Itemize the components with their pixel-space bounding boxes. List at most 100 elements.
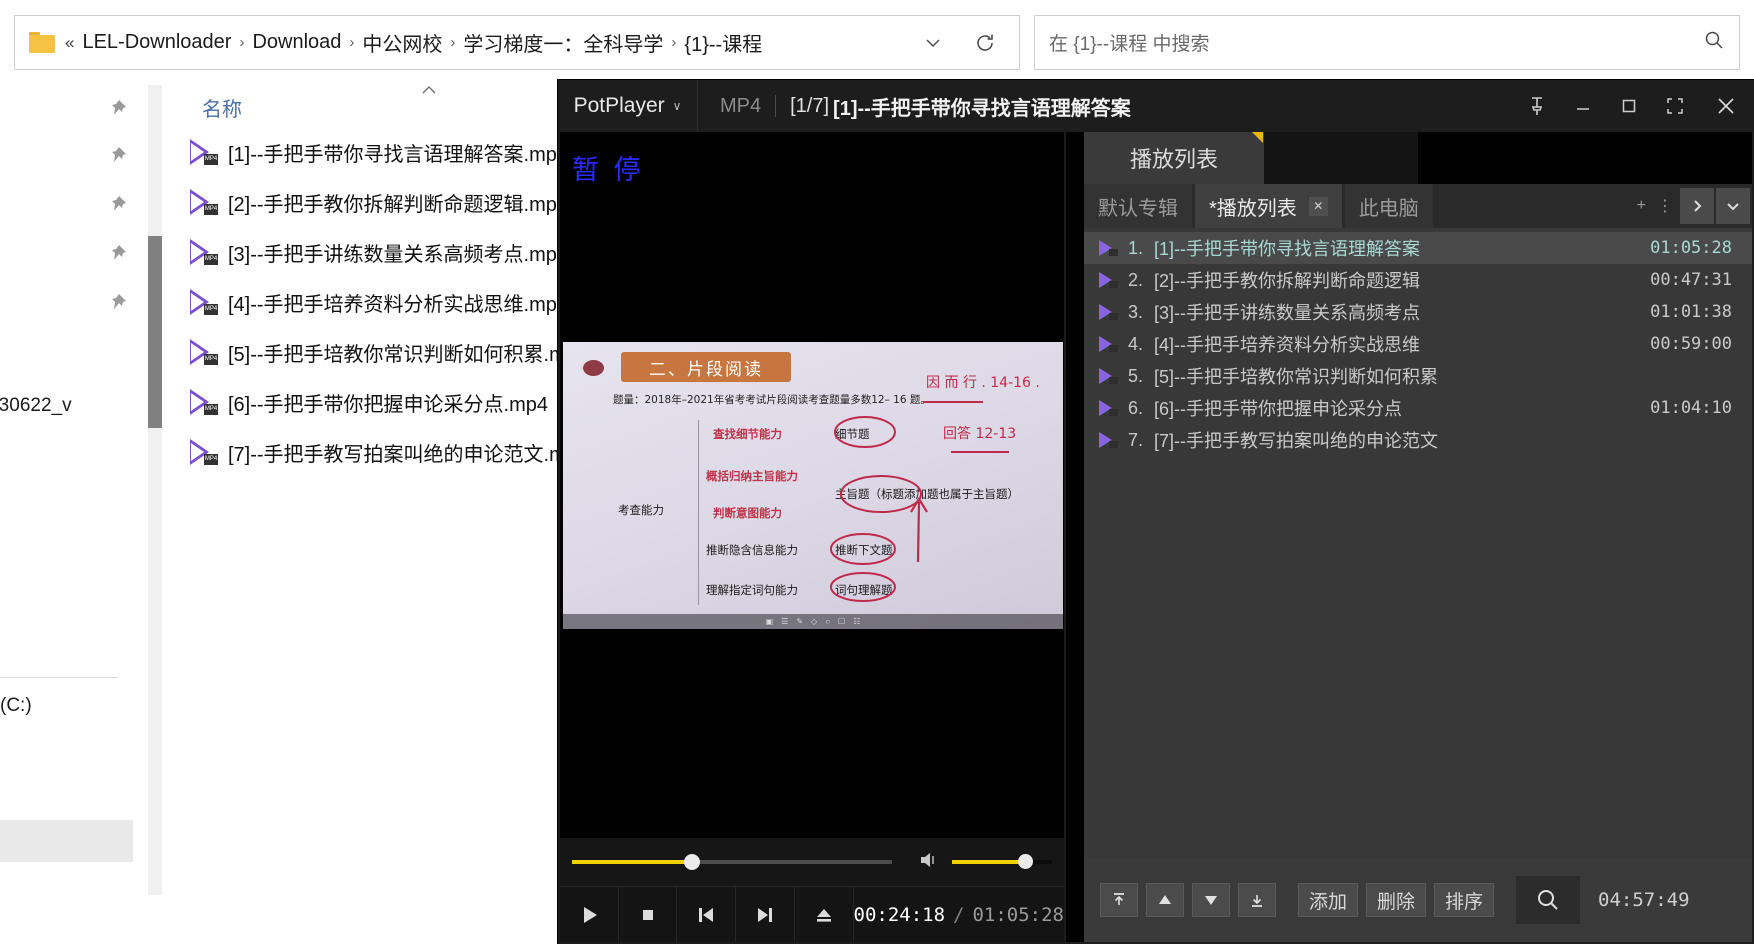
chevron-down-icon[interactable]	[907, 16, 959, 69]
address-bar[interactable]: « LEL-Downloader › Download › 中公网校 › 学习梯…	[14, 15, 1020, 70]
playlist-total-duration: 04:57:49	[1598, 889, 1690, 911]
close-icon[interactable]: ✕	[1308, 196, 1328, 216]
playlist-item[interactable]: 7. [7]--手把手教写拍案叫绝的申论范文	[1084, 424, 1752, 456]
playlist-panel: 播放列表 默认专辑 *播放列表 ✕ 此电脑 + ⋮ 1. [1]--手把手带你寻…	[1066, 132, 1752, 942]
eject-button[interactable]	[795, 887, 854, 942]
seek-slider[interactable]	[572, 854, 892, 870]
pin-icon[interactable]	[106, 145, 128, 167]
move-to-bottom-button[interactable]	[1238, 883, 1276, 917]
breadcrumb-item-4[interactable]: {1}--课程	[684, 28, 762, 57]
maximize-icon[interactable]	[1606, 80, 1652, 132]
minimize-icon[interactable]	[1560, 80, 1606, 132]
volume-handle[interactable]	[1018, 854, 1033, 869]
potplayer-brand-menu[interactable]: PotPlayer ∨	[558, 80, 698, 132]
play-button[interactable]	[560, 887, 619, 942]
nav-item-partial-drive[interactable]: 5.9_20230622_v	[0, 395, 72, 417]
file-row[interactable]: MP4 [4]--手把手培养资料分析实战思维.mp4	[190, 279, 568, 325]
playlist-tab-current[interactable]: *播放列表 ✕	[1195, 184, 1342, 228]
breadcrumb-item-1[interactable]: Download	[252, 31, 341, 54]
navigation-scrollbar[interactable]	[148, 85, 162, 895]
tab-menu-button[interactable]: ⋮	[1653, 196, 1678, 216]
playlist-item[interactable]: 2. [2]--手把手教你拆解判断命题逻辑 00:47:31	[1084, 264, 1752, 296]
player-slider-bar	[560, 838, 1064, 886]
mp4-video-file-icon: MP4	[190, 389, 218, 415]
tab-label: *播放列表	[1209, 197, 1297, 220]
file-name: [7]--手把手教写拍案叫绝的申论范文.mp4	[228, 443, 589, 466]
pin-icon[interactable]	[1514, 80, 1560, 132]
pin-icon[interactable]	[106, 194, 128, 216]
search-input[interactable]: 在 {1}--课程 中搜索	[1034, 15, 1740, 70]
nav-item-selected[interactable]	[0, 820, 133, 862]
folder-icon	[29, 32, 55, 53]
item-index: 2.	[1128, 269, 1144, 290]
chevron-down-icon[interactable]: ∨	[673, 99, 682, 113]
breadcrumb-item-3[interactable]: 学习梯度一：全科导学	[463, 28, 663, 57]
search-icon[interactable]	[1703, 29, 1725, 56]
sort-button[interactable]: 排序	[1434, 883, 1495, 917]
add-tab-button[interactable]: +	[1633, 197, 1651, 215]
add-button[interactable]: 添加	[1298, 883, 1359, 917]
slide-embedded-toolbar: ▣ ☰ ✎ ◇ ○ ☐ ☷	[563, 614, 1063, 629]
title-divider	[775, 95, 777, 117]
volume-slider[interactable]	[952, 854, 1052, 869]
potplayer-title-bar[interactable]: PotPlayer ∨ MP4 [1/7] [1]--手把手带你寻找言语理解答案	[558, 80, 1754, 132]
breadcrumb-item-0[interactable]: LEL-Downloader	[82, 31, 231, 54]
playlist-item[interactable]: 3. [3]--手把手讲练数量关系高频考点 01:01:38	[1084, 296, 1752, 328]
stop-button[interactable]	[619, 887, 678, 942]
chevron-up-icon	[420, 83, 438, 101]
speaker-icon[interactable]	[918, 850, 942, 875]
mp4-video-file-icon	[1098, 336, 1118, 352]
move-up-button[interactable]	[1146, 883, 1184, 917]
file-row[interactable]: MP4 [7]--手把手教写拍案叫绝的申论范文.mp4	[190, 429, 588, 475]
breadcrumb-overflow[interactable]: «	[65, 33, 74, 53]
file-row[interactable]: MP4 [6]--手把手带你把握申论采分点.mp4	[190, 379, 548, 425]
playlist-item[interactable]: 6. [6]--手把手带你把握申论采分点 01:04:10	[1084, 392, 1752, 424]
mp4-video-file-icon	[1098, 272, 1118, 288]
nav-item-partial-c-drive[interactable]: (C:)	[0, 695, 32, 717]
playlist-panel-tab[interactable]: 播放列表	[1084, 132, 1264, 184]
item-duration: 01:05:28	[1650, 238, 1732, 258]
pin-icon[interactable]	[106, 292, 128, 314]
file-name: [2]--手把手教你拆解判断命题逻辑.mp4	[228, 193, 569, 216]
chevron-down-icon[interactable]	[1716, 188, 1750, 224]
move-to-top-button[interactable]	[1100, 883, 1138, 917]
svg-text:因 而 行 . 14-16 .: 因 而 行 . 14-16 .	[926, 375, 1040, 391]
file-name: [1]--手把手带你寻找言语理解答案.mp4	[228, 143, 569, 166]
navigation-pane[interactable]: 5.9_20230622_v (C:)	[0, 85, 133, 895]
scrollbar-thumb[interactable]	[148, 236, 162, 428]
playlist-tab-this-pc[interactable]: 此电脑	[1344, 184, 1433, 228]
playlist-item[interactable]: 4. [4]--手把手培养资料分析实战思维 00:59:00	[1084, 328, 1752, 360]
mp4-video-file-icon: MP4	[190, 139, 218, 165]
fullscreen-icon[interactable]	[1652, 80, 1698, 132]
search-icon[interactable]	[1516, 876, 1581, 924]
next-button[interactable]	[736, 887, 795, 942]
breadcrumb-separator: ›	[349, 34, 355, 51]
search-placeholder: 在 {1}--课程 中搜索	[1049, 34, 1210, 55]
explorer-toolbar: « LEL-Downloader › Download › 中公网校 › 学习梯…	[14, 15, 1740, 70]
playlist-items[interactable]: 1. [1]--手把手带你寻找言语理解答案 01:05:28 2. [2]--手…	[1084, 228, 1752, 858]
window-controls	[1514, 80, 1754, 132]
seek-handle[interactable]	[684, 854, 700, 870]
pin-icon[interactable]	[106, 98, 128, 120]
video-frame-content: 二、片段阅读 题量：2018年–2021年省考考试片段阅读考查题量多数12– 1…	[563, 342, 1063, 629]
breadcrumb-item-2[interactable]: 中公网校	[362, 28, 442, 57]
file-row[interactable]: MP4 [3]--手把手讲练数量关系高频考点.mp4	[190, 229, 568, 275]
move-down-button[interactable]	[1192, 883, 1230, 917]
playlist-item[interactable]: 5. [5]--手把手培教你常识判断如何积累	[1084, 360, 1752, 392]
refresh-icon[interactable]	[959, 16, 1011, 69]
playlist-tab-default-album[interactable]: 默认专辑	[1084, 184, 1192, 228]
column-header-name[interactable]: 名称	[202, 87, 242, 127]
close-icon[interactable]	[1698, 80, 1754, 132]
previous-button[interactable]	[677, 887, 737, 942]
file-row[interactable]: MP4 [5]--手把手培教你常识判断如何积累.mp4	[190, 329, 588, 375]
remove-button[interactable]: 删除	[1366, 883, 1427, 917]
chevron-right-icon[interactable]	[1680, 188, 1714, 224]
pin-icon[interactable]	[106, 243, 128, 265]
file-row[interactable]: MP4 [2]--手把手教你拆解判断命题逻辑.mp4	[190, 179, 568, 225]
playlist-item[interactable]: 1. [1]--手把手带你寻找言语理解答案 01:05:28	[1084, 232, 1752, 264]
file-row[interactable]: MP4 [1]--手把手带你寻找言语理解答案.mp4	[190, 129, 568, 175]
item-duration: 00:47:31	[1650, 270, 1732, 290]
video-surface[interactable]: 暂 停 二、片段阅读 题量：2018年–2021年省考考试片段阅读考查题量多数1…	[560, 132, 1064, 838]
playlist-toolbar: 添加 删除 排序 04:57:49	[1084, 858, 1752, 942]
handwriting-annotations: 因 而 行 . 14-16 . 回答 12-13	[830, 375, 1040, 602]
